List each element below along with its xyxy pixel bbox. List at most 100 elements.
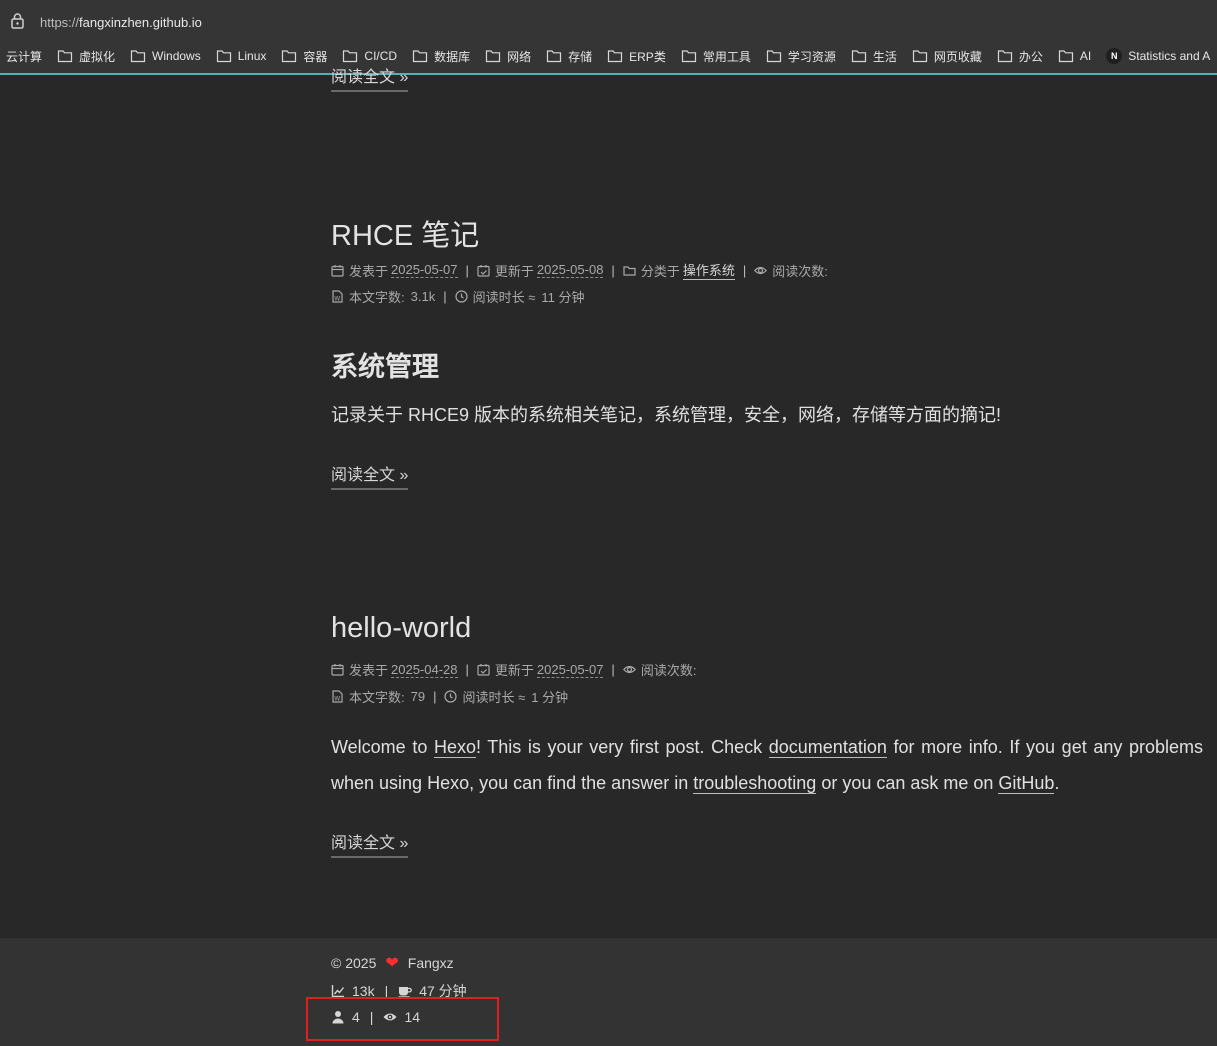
- bookmark-item[interactable]: 网页收藏: [912, 48, 982, 65]
- bookmark-label: 云计算: [6, 49, 43, 64]
- post-excerpt: 记录关于 RHCE9 版本的系统相关笔记，系统管理，安全，网络，存储等方面的摘记…: [331, 405, 1002, 425]
- annotation-highlight-box: [306, 997, 499, 1041]
- prev-read-more-link[interactable]: 阅读全文 »: [331, 63, 409, 92]
- bookmark-label: 网络: [507, 49, 532, 64]
- read-more-link-rhce[interactable]: 阅读全文 »: [331, 461, 409, 490]
- folder-icon: [912, 50, 927, 63]
- folder-icon: [681, 50, 696, 63]
- bookmark-item[interactable]: 办公: [997, 48, 1043, 65]
- bookmark-item[interactable]: 常用工具: [681, 48, 751, 65]
- words-count: 3.1k: [410, 289, 436, 304]
- browser-toolbar: https://fangxinzhen.github.io 云计算 虚拟化 Wind…: [0, 0, 1217, 75]
- calendar-icon: [331, 664, 344, 676]
- post-heading: 系统管理: [331, 352, 439, 382]
- bookmark-item[interactable]: 容器: [281, 48, 327, 65]
- bookmark-label: 数据库: [434, 49, 471, 64]
- address-bar[interactable]: https://fangxinzhen.github.io: [0, 4, 1217, 36]
- site-footer: © 2025 ❤ Fangxz 13k | 47 分钟 4 | 14: [0, 938, 1217, 1046]
- url-host: fangxinzhen.github.io: [79, 15, 202, 30]
- excerpt-text: Welcome to: [331, 737, 434, 757]
- hexo-link[interactable]: Hexo: [433, 737, 476, 758]
- posted-label: 发表于: [349, 263, 389, 279]
- bookmarks-bar: 云计算 虚拟化 Windows Linux 容器 CI/CD 数据库 网络 存储 ERP类 常用工具…: [0, 44, 1217, 68]
- bookmark-item[interactable]: AI: [1058, 49, 1091, 63]
- category-link[interactable]: 操作系统: [682, 260, 735, 280]
- folder-icon: [997, 50, 1012, 63]
- words-label: 本文字数:: [349, 290, 405, 305]
- meta-separator: |: [611, 662, 615, 677]
- folder-icon: [547, 50, 562, 63]
- bookmark-label: Linux: [237, 49, 267, 63]
- copyright-text: © 2025: [331, 955, 377, 971]
- meta-separator: |: [443, 289, 447, 304]
- bookmark-item[interactable]: 存储: [546, 48, 592, 65]
- meta-separator: |: [742, 262, 747, 278]
- posted-date: 2025-05-07: [391, 262, 458, 278]
- folder-icon: [216, 50, 231, 63]
- bookmark-item[interactable]: 学习资源: [766, 48, 836, 65]
- clock-icon: [454, 290, 468, 303]
- bookmark-item[interactable]: 虚拟化: [57, 48, 115, 65]
- folder-icon: [130, 50, 146, 63]
- footer-copyright: © 2025 ❤ Fangxz: [331, 953, 454, 973]
- bookmark-item[interactable]: 网络: [485, 48, 531, 65]
- documentation-link[interactable]: documentation: [768, 737, 887, 758]
- posted-date: 2025-04-28: [391, 661, 458, 678]
- folder-icon: [486, 50, 501, 63]
- post-meta-line1: 发表于 2025-05-07 | 更新于 2025-05-08 | 分类于 操作…: [331, 260, 828, 280]
- clock-icon: [444, 690, 458, 703]
- coffee-icon: [398, 987, 412, 998]
- eye-icon: [622, 665, 636, 674]
- bookmark-item[interactable]: 数据库: [412, 48, 470, 65]
- bookmark-item[interactable]: 生活: [851, 48, 897, 65]
- updated-label: 更新于: [494, 263, 534, 279]
- folder-icon: [623, 265, 636, 276]
- calendar-check-icon: [477, 264, 490, 277]
- meta-separator: |: [611, 262, 615, 278]
- bookmark-item[interactable]: Windows: [130, 49, 201, 63]
- troubleshooting-link[interactable]: troubleshooting: [693, 773, 817, 794]
- bookmark-item[interactable]: ERP类: [607, 48, 666, 65]
- post-excerpt: Welcome to Hexo! This is your very first…: [331, 729, 1203, 801]
- post-title-rhce[interactable]: RHCE 笔记: [331, 212, 479, 254]
- bookmark-item[interactable]: N Statistics and A: [1106, 48, 1210, 64]
- updated-date: 2025-05-07: [536, 661, 604, 678]
- eye-icon: [754, 266, 768, 274]
- meta-separator: |: [465, 262, 469, 278]
- lock-icon[interactable]: [11, 13, 24, 29]
- bookmark-label: Windows: [152, 49, 201, 63]
- bookmark-label: CI/CD: [364, 49, 398, 63]
- folder-icon: [412, 50, 428, 63]
- heart-icon: ❤: [385, 955, 399, 972]
- category-label: 分类于: [640, 263, 680, 279]
- folder-icon: [1058, 50, 1074, 63]
- posted-label: 发表于: [349, 663, 389, 678]
- bookmark-item[interactable]: 云计算: [6, 48, 42, 65]
- excerpt-text: or you can ask me on: [816, 773, 999, 793]
- bookmark-label: 容器: [303, 49, 328, 64]
- bookmark-label: Statistics and A: [1128, 49, 1211, 63]
- bookmark-label: 常用工具: [702, 49, 751, 64]
- read-more-link-hello-world[interactable]: 阅读全文 »: [331, 829, 409, 858]
- svg-text:W: W: [334, 696, 340, 703]
- bookmark-item[interactable]: Linux: [216, 49, 267, 63]
- page-top-accent-line: [0, 73, 1217, 75]
- bookmark-label: ERP类: [629, 49, 666, 64]
- post-meta-line2: W 本文字数: 79 | 阅读时长 ≈ 1 分钟: [331, 687, 568, 706]
- url-scheme: https://: [40, 15, 80, 30]
- views-label: 阅读次数:: [772, 263, 828, 279]
- words-label: 本文字数:: [349, 690, 405, 705]
- n-badge-icon: N: [1106, 48, 1123, 64]
- github-link[interactable]: GitHub: [998, 773, 1055, 794]
- meta-separator: |: [433, 689, 437, 704]
- updated-date: 2025-05-08: [536, 262, 604, 278]
- bookmark-item[interactable]: CI/CD: [342, 49, 397, 63]
- chart-line-icon: [331, 985, 345, 998]
- bookmark-label: 办公: [1018, 49, 1043, 64]
- url-text[interactable]: https://fangxinzhen.github.io: [40, 15, 202, 30]
- views-label: 阅读次数:: [640, 663, 697, 678]
- bookmark-label: 生活: [872, 49, 897, 64]
- read-time-label: 阅读时长 ≈: [462, 690, 526, 705]
- post-title-hello-world[interactable]: hello-world: [331, 612, 471, 645]
- bookmark-label: AI: [1079, 49, 1092, 63]
